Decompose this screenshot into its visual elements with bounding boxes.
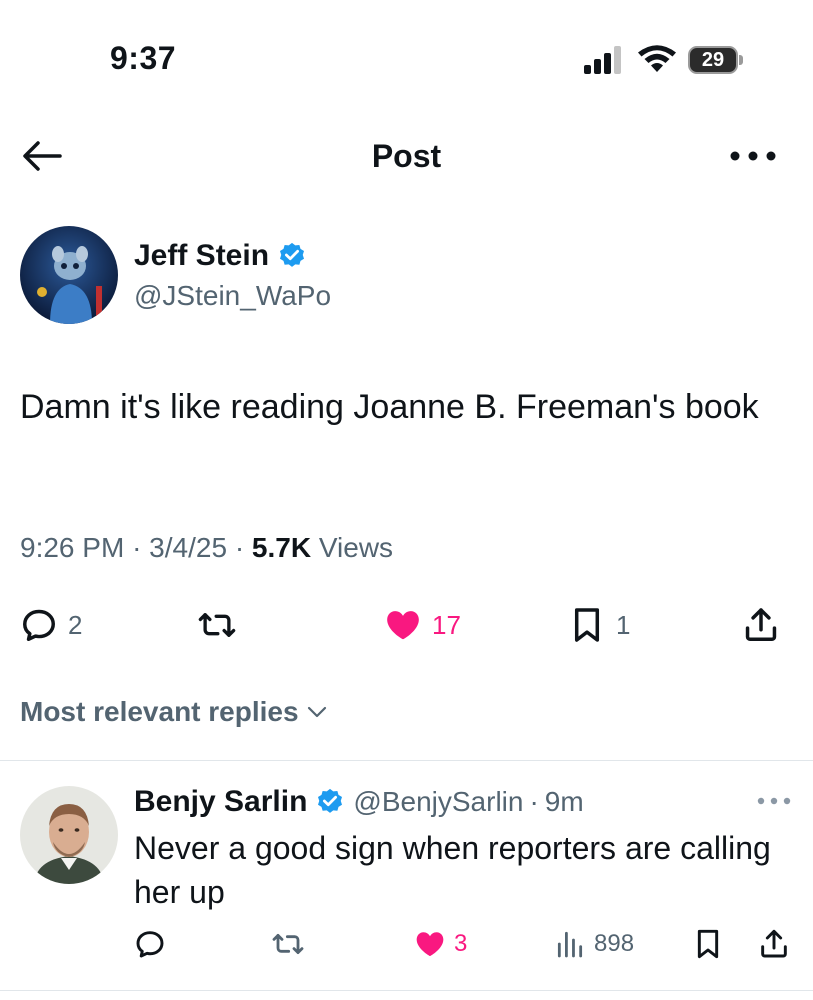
wifi-icon [638, 45, 676, 72]
views-count: 5.7K [251, 532, 312, 563]
reply-button[interactable]: 2 [20, 600, 82, 650]
views-label: Views [318, 532, 394, 563]
tweet-date[interactable]: 3/4/25 [149, 532, 227, 563]
views-button[interactable]: 898 [554, 924, 634, 964]
more-horizontal-icon[interactable] [728, 148, 778, 164]
reply-separator: · [529, 786, 539, 817]
retweet-button[interactable] [272, 924, 312, 964]
battery-icon: 29 [688, 46, 743, 74]
like-button[interactable]: 3 [414, 924, 467, 964]
author-name[interactable]: Jeff Stein [134, 239, 269, 273]
bookmark-button[interactable]: 1 [568, 600, 630, 650]
like-count: 17 [432, 609, 461, 640]
share-button[interactable] [742, 600, 780, 650]
share-icon [745, 608, 777, 641]
status-bar: 9:37 29 [0, 0, 813, 100]
reply-item[interactable]: Benjy Sarlin @BenjySarlin · 9m Never a g… [0, 762, 813, 1000]
tweet-time[interactable]: 9:26 PM [20, 532, 124, 563]
reply-time[interactable]: 9m [545, 786, 584, 818]
retweet-button[interactable] [198, 600, 246, 650]
verified-badge-icon [280, 242, 305, 267]
tweet-actions: 2 17 1 [20, 600, 790, 650]
author-handle[interactable]: @JStein_WaPo [134, 280, 331, 312]
reply-button[interactable] [134, 924, 174, 964]
avatar[interactable] [20, 786, 118, 884]
retweet-icon [272, 933, 304, 955]
reply-icon [23, 609, 55, 641]
heart-filled-icon [416, 932, 444, 956]
more-horizontal-icon[interactable] [756, 796, 792, 806]
tweet-author: Jeff Stein @JStein_WaPo [20, 226, 780, 326]
views-count: 898 [594, 930, 635, 957]
bookmark-count: 1 [616, 609, 631, 640]
analytics-icon [557, 931, 583, 958]
status-time: 9:37 [110, 40, 177, 76]
chevron-down-icon [307, 706, 326, 718]
reply-count: 2 [68, 609, 83, 640]
verified-badge-icon [318, 788, 343, 813]
share-icon [761, 929, 787, 958]
bookmark-icon [697, 929, 719, 959]
tweet-text: Damn it's like reading Joanne B. Freeman… [20, 388, 759, 426]
bookmark-button[interactable] [692, 924, 724, 964]
reply-author-name[interactable]: Benjy Sarlin [134, 785, 307, 819]
post-header: Post [0, 110, 813, 200]
reply-text: Never a good sign when reporters are cal… [134, 830, 771, 910]
like-count: 3 [454, 930, 468, 957]
battery-level: 29 [701, 49, 725, 71]
divider [0, 760, 813, 761]
meta-separator: · [132, 532, 142, 563]
author-name-row: Jeff Stein [134, 236, 307, 276]
reply-icon [136, 931, 164, 958]
meta-separator: · [234, 532, 245, 563]
reply-actions: 3 898 [134, 924, 794, 964]
heart-filled-icon [387, 611, 419, 640]
avatar[interactable] [20, 226, 118, 324]
replies-sort-label: Most relevant replies [20, 696, 299, 727]
retweet-icon [198, 613, 236, 637]
tweet-meta: 9:26 PM · 3/4/25 · 5.7K Views [20, 532, 393, 564]
reply-header: Benjy Sarlin @BenjySarlin · 9m [134, 782, 584, 822]
page-title: Post [371, 138, 442, 174]
reply-author-handle[interactable]: @BenjySarlin [353, 786, 523, 818]
replies-sort-dropdown[interactable]: Most relevant replies [20, 692, 329, 732]
share-button[interactable] [758, 924, 790, 964]
cellular-signal-icon [584, 46, 621, 74]
divider [0, 990, 813, 991]
like-button[interactable]: 17 [384, 600, 461, 650]
bookmark-icon [574, 608, 600, 642]
